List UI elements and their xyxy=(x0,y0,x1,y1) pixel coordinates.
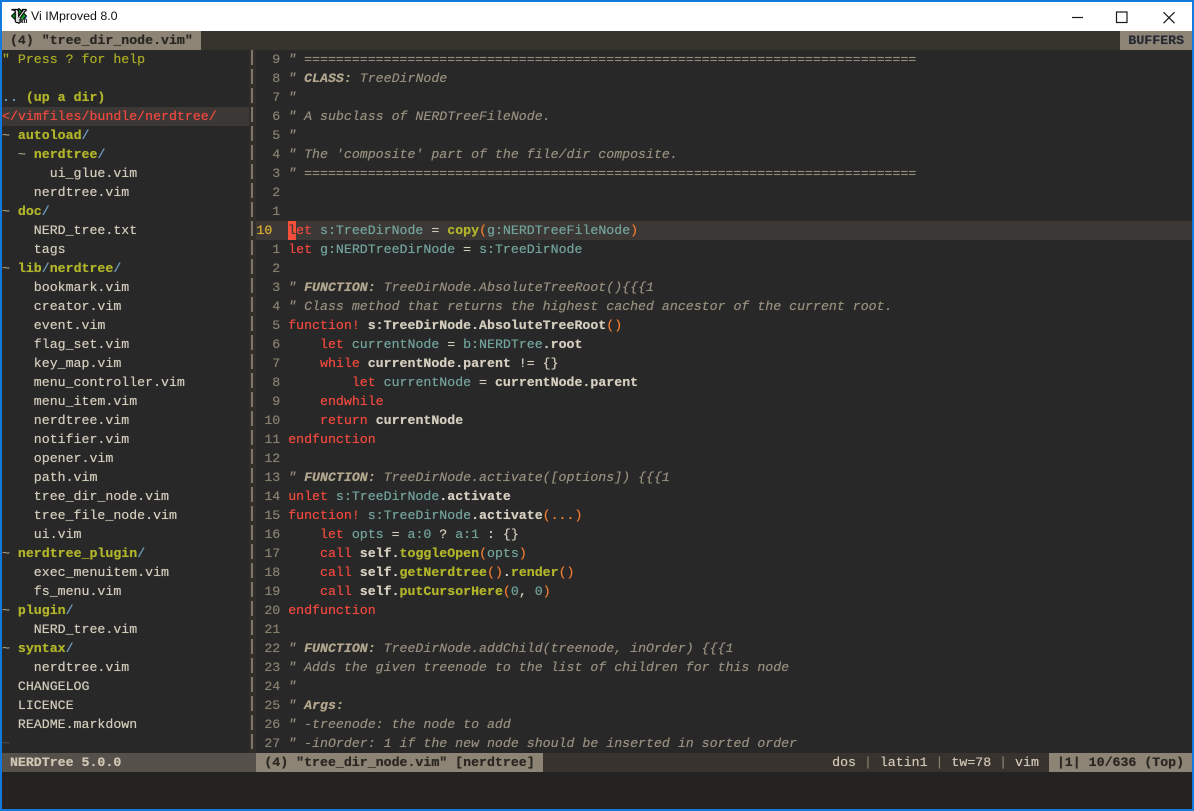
svg-text:im: im xyxy=(19,16,27,24)
